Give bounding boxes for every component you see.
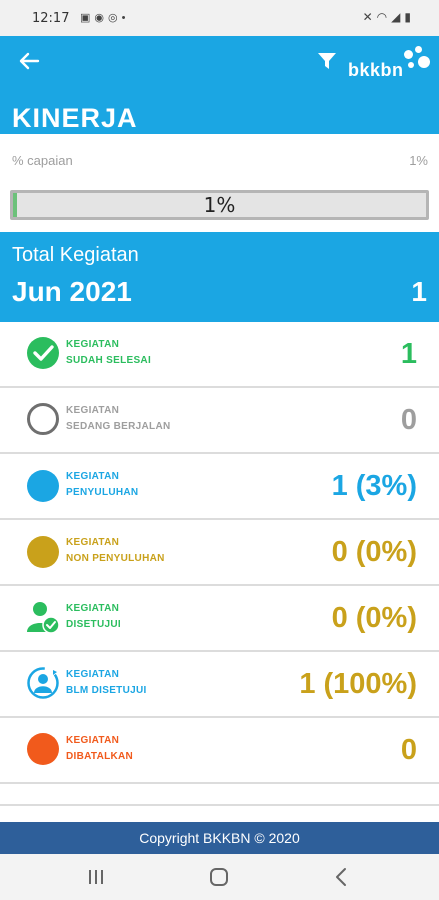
home-button[interactable] (199, 864, 239, 890)
row-label-line1: KEGIATAN (66, 537, 120, 548)
page-title: KINERJA (12, 103, 138, 133)
user-pending-icon (27, 667, 59, 699)
row-label: KEGIATAN NON PENYULUHAN (66, 535, 165, 567)
row-blm-disetujui[interactable]: KEGIATAN BLM DISETUJUI 1 (100%) (0, 652, 439, 718)
row-dibatalkan[interactable]: KEGIATAN DIBATALKAN 0 (0, 718, 439, 784)
progress-section: % capaian 1% 1% (0, 134, 439, 230)
row-label: KEGIATAN PENYULUHAN (66, 469, 138, 501)
signal-icon: ◢ (391, 10, 405, 24)
recent-apps-button[interactable] (76, 864, 116, 890)
row-label: KEGIATAN DISETUJUI (66, 601, 121, 633)
blue-circle-icon (27, 470, 59, 502)
check-circle-icon (27, 337, 59, 369)
row-label-line1: KEGIATAN (66, 603, 120, 614)
messenger-icon: ◉ (94, 12, 109, 24)
row-label-line2: DIBATALKAN (66, 751, 134, 762)
orange-circle-icon (27, 733, 59, 765)
row-label: KEGIATAN SUDAH SELESAI (66, 337, 151, 369)
footer: Copyright BKKBN © 2020 (0, 822, 439, 854)
row-value: 0 (0%) (331, 536, 417, 568)
row-label: KEGIATAN BLM DISETUJUI (66, 667, 147, 699)
status-time: 12:17 (32, 11, 70, 26)
row-value: 0 (0%) (331, 602, 417, 634)
filter-button[interactable] (316, 50, 338, 72)
row-label-line1: KEGIATAN (66, 405, 120, 416)
back-button[interactable] (14, 50, 44, 76)
total-label: Total Kegiatan (12, 244, 139, 266)
image-icon: ▣ (80, 12, 95, 24)
total-count: 1 (411, 276, 427, 307)
logo-text: bkkbn (348, 60, 404, 80)
battery-icon: ▮ (404, 10, 415, 24)
row-label-line1: KEGIATAN (66, 669, 120, 680)
row-label-line2: PENYULUHAN (66, 487, 139, 498)
row-value: 1 (3%) (331, 470, 417, 502)
empty-row (0, 784, 439, 806)
bkkbn-logo: bkkbn (348, 46, 430, 82)
row-value: 1 (400, 338, 417, 370)
wifi-icon: ◠ (376, 10, 392, 24)
row-label: KEGIATAN SEDANG BERJALAN (66, 403, 171, 435)
progress-bar-text: 1% (203, 193, 236, 217)
progress-label: % capaian (12, 153, 73, 168)
empty-circle-icon (27, 403, 59, 435)
system-icons: ✕◠◢▮ (363, 10, 415, 24)
total-panel: Total Kegiatan Jun 2021 1 (0, 232, 439, 322)
app-header: bkkbn KINERJA (0, 36, 439, 134)
row-penyuluhan[interactable]: KEGIATAN PENYULUHAN 1 (3%) (0, 454, 439, 520)
row-label-line1: KEGIATAN (66, 471, 120, 482)
row-label-line1: KEGIATAN (66, 339, 120, 350)
back-nav-button[interactable] (322, 864, 362, 890)
progress-bar: 1% (10, 190, 429, 220)
mute-icon: ✕ (362, 10, 377, 24)
row-label-line2: NON PENYULUHAN (66, 553, 165, 564)
row-label-line2: DISETUJUI (66, 619, 121, 630)
home-icon (210, 868, 228, 886)
row-label: KEGIATAN DIBATALKAN (66, 733, 133, 765)
row-sudah-selesai[interactable]: KEGIATAN SUDAH SELESAI 1 (0, 322, 439, 388)
row-non-penyuluhan[interactable]: KEGIATAN NON PENYULUHAN 0 (0%) (0, 520, 439, 586)
total-period: Jun 2021 (12, 276, 132, 307)
row-label-line1: KEGIATAN (66, 735, 120, 746)
recent-apps-icon (89, 870, 103, 884)
dot-icon: • (121, 12, 130, 24)
gold-circle-icon (27, 536, 59, 568)
progress-value: 1% (409, 153, 428, 168)
row-label-line2: BLM DISETUJUI (66, 685, 147, 696)
back-nav-icon (336, 868, 346, 886)
whatsapp-icon: ◎ (108, 12, 122, 24)
row-label-line2: SEDANG BERJALAN (66, 421, 171, 432)
user-approved-icon (27, 602, 60, 634)
row-value: 0 (400, 734, 417, 766)
row-sedang-berjalan[interactable]: KEGIATAN SEDANG BERJALAN 0 (0, 388, 439, 454)
row-label-line2: SUDAH SELESAI (66, 355, 152, 366)
arrow-left-icon (19, 52, 40, 70)
status-bar: 12:17 ▣◉◎• ✕◠◢▮ (0, 0, 439, 36)
filter-icon (318, 53, 336, 69)
row-value: 1 (100%) (299, 668, 417, 700)
notification-icons: ▣◉◎• (80, 11, 129, 24)
row-value: 0 (400, 404, 417, 436)
row-disetujui[interactable]: KEGIATAN DISETUJUI 0 (0%) (0, 586, 439, 652)
system-nav-bar (0, 854, 439, 900)
